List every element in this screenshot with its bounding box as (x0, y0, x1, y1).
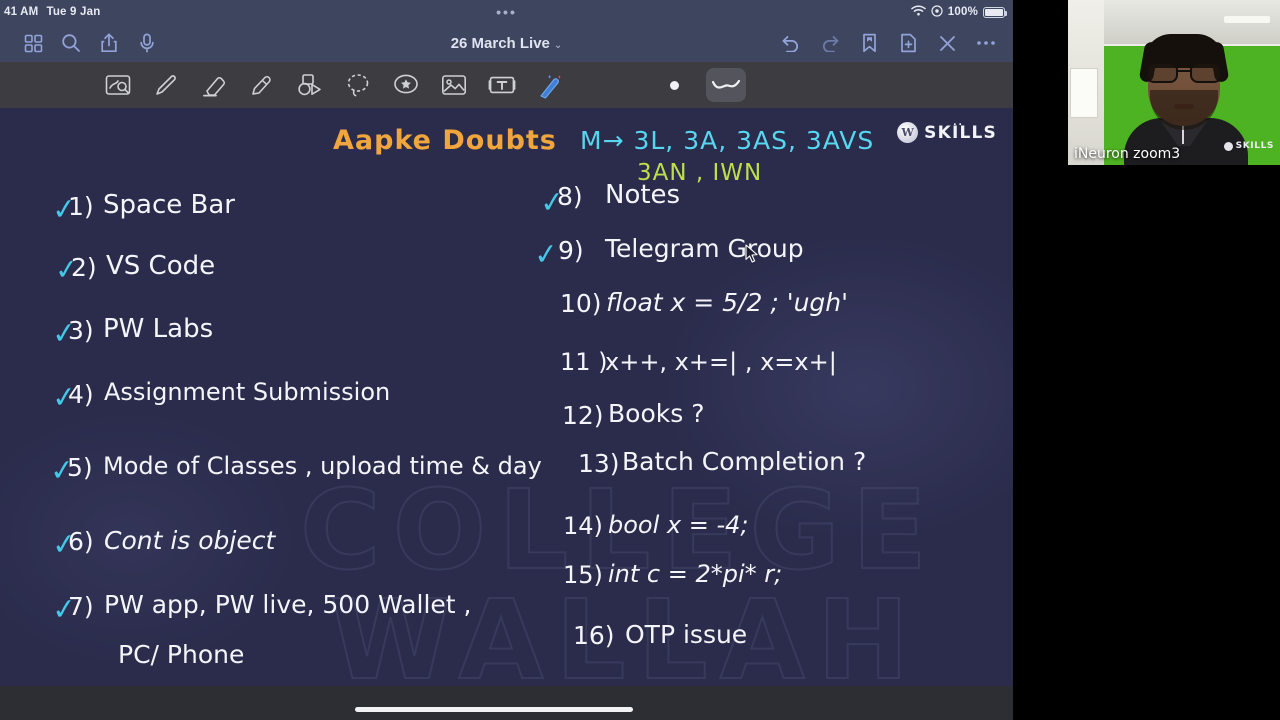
skills-logo: W SKILLS.. (897, 117, 997, 143)
note-canvas[interactable]: COLLEGE WALLAH Aapke Doubts M→ 3L, 3A, 3… (0, 108, 1013, 686)
stroke-style-button[interactable] (706, 68, 746, 102)
zoom-box-icon[interactable] (104, 71, 132, 99)
heading-mentors-line1: M→ 3L, 3A, 3AS, 3AVS (580, 126, 875, 155)
status-bar: 41 AM Tue 9 Jan ••• 100% (0, 0, 1013, 24)
lasso-icon[interactable] (344, 71, 372, 99)
status-center-dots: ••• (496, 4, 517, 20)
add-page-icon[interactable] (897, 32, 919, 54)
text-box-icon[interactable] (488, 71, 516, 99)
item-14-text: bool x = -4; (608, 511, 749, 539)
glasses-bridge (1178, 70, 1190, 72)
canvas-glow-right (653, 228, 1013, 548)
item-16-num: 16) (573, 621, 615, 650)
sticker-icon[interactable] (392, 71, 420, 99)
bookmark-icon[interactable] (858, 32, 880, 54)
search-icon[interactable] (60, 32, 82, 54)
skills-badge-icon: W (897, 122, 919, 143)
shirt-logo-text: SKILLS (1235, 141, 1274, 151)
pen-icon[interactable] (152, 71, 180, 99)
webcam-left-wall (1068, 0, 1104, 165)
status-bar-right: 100% (911, 4, 1007, 20)
note-title-text: 26 March Live (450, 34, 550, 52)
skills-logo-dots: .. (953, 117, 964, 128)
heading-aapke-doubts: Aapke Doubts (333, 125, 557, 156)
glasses-lens-left (1146, 62, 1178, 83)
item-15-text: int c = 2*pi* r; (608, 560, 783, 588)
glasses-lens-right (1190, 62, 1222, 83)
participant-mouth (1174, 104, 1194, 109)
shirt-logo-badge-icon (1223, 141, 1233, 151)
more-icon[interactable] (975, 32, 997, 54)
bottom-bar (0, 686, 1013, 720)
app-toolbar-left-group (0, 32, 158, 54)
app-toolbar-right-group (780, 32, 997, 54)
participant-glasses (1146, 62, 1222, 84)
item-13-text: Batch Completion ? (622, 447, 867, 476)
item-12-text: Books ? (608, 399, 705, 428)
item-1-num: 1) (68, 192, 94, 221)
item-5-text: Mode of Classes , upload time & day (103, 452, 542, 480)
share-icon[interactable] (98, 32, 120, 54)
check-9: ✓ (532, 235, 561, 273)
item-13-num: 13) (578, 449, 620, 478)
location-icon (931, 4, 943, 20)
item-12-num: 12) (562, 401, 604, 430)
item-5-num: 5) (67, 453, 93, 482)
shapes-icon[interactable] (296, 71, 324, 99)
item-8-text: Notes (605, 180, 681, 210)
close-icon[interactable] (936, 32, 958, 54)
item-11-num: 11 ) (560, 348, 608, 376)
magic-wand-icon[interactable] (536, 71, 564, 99)
library-grid-icon[interactable] (22, 32, 44, 54)
redo-icon[interactable] (819, 32, 841, 54)
pen-toolbar (0, 62, 1013, 108)
microphone-icon[interactable] (136, 32, 158, 54)
undo-icon[interactable] (780, 32, 802, 54)
item-10-num: 10) (560, 289, 602, 318)
screen: 41 AM Tue 9 Jan ••• 100% 26 March Live ⌄… (0, 0, 1280, 720)
chevron-down-icon: ⌄ (553, 39, 563, 51)
item-2-text: VS Code (106, 251, 216, 281)
pen-tool-group (0, 71, 564, 99)
item-7-text: PW app, PW live, 500 Wallet , (104, 590, 472, 619)
item-2-num: 2) (71, 253, 97, 282)
item-3-num: 3) (68, 316, 94, 345)
item-1-text: Space Bar (103, 190, 235, 220)
item-9-text: Telegram Group (605, 234, 804, 263)
participant-name-label: iNeuron zoom3 (1074, 146, 1181, 162)
item-15-num: 15) (563, 561, 603, 589)
item-8-num: 8) (557, 182, 583, 211)
app-toolbar: 26 March Live ⌄ (0, 24, 1013, 62)
item-6-text: Cont is object (104, 526, 276, 555)
eraser-icon[interactable] (200, 71, 228, 99)
highlighter-icon[interactable] (248, 71, 276, 99)
item-11-text: x++, x+=| , x=x+| (605, 348, 837, 376)
item-6-num: 6) (68, 527, 94, 556)
item-7-text-line2: PC/ Phone (118, 640, 245, 669)
item-3-text: PW Labs (103, 314, 214, 344)
webcam-overlay[interactable]: SKILLS iNeuron zoom3 (1068, 0, 1280, 165)
item-14-num: 14) (563, 512, 603, 540)
item-16-text: OTP issue (625, 620, 748, 649)
home-indicator[interactable] (355, 707, 633, 712)
item-4-text: Assignment Submission (104, 378, 391, 406)
stroke-size-indicator[interactable] (670, 80, 679, 90)
item-10-text: float x = 5/2 ; 'ugh' (606, 288, 849, 317)
item-9-num: 9) (558, 236, 584, 265)
item-7-num: 7) (68, 592, 94, 621)
ipad-notability-window: 41 AM Tue 9 Jan ••• 100% 26 March Live ⌄… (0, 0, 1013, 720)
item-4-num: 4) (68, 380, 94, 409)
shirt-logo: SKILLS (1223, 141, 1274, 151)
skills-logo-text: SKILLS.. (924, 117, 997, 143)
wifi-icon (911, 5, 926, 19)
battery-percent: 100% (947, 6, 978, 18)
image-icon[interactable] (440, 71, 468, 99)
battery-icon (983, 6, 1007, 18)
